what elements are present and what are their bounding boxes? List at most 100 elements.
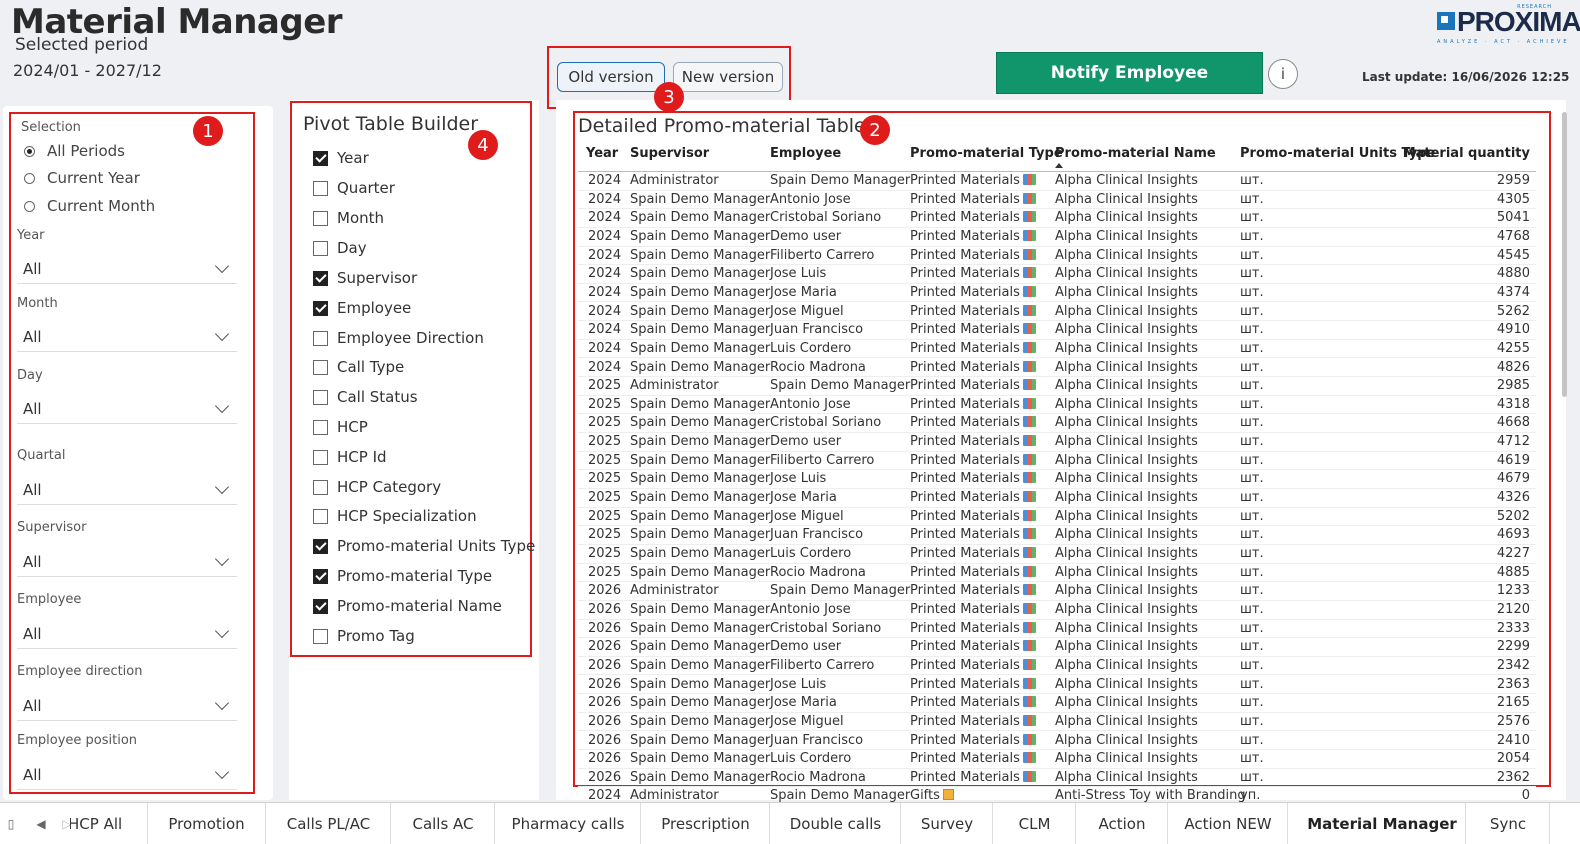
table-row[interactable]: 2024 Spain Demo Manager Juan Francisco Prin… [578,321,1536,340]
table-row[interactable]: 2024 Spain Demo Manager Cristobal Soriano P… [578,209,1536,228]
pivot-field-promo-tag[interactable]: Promo Tag [313,627,415,645]
table-row[interactable]: 2025 Spain Demo Manager Jose Maria Printed … [578,489,1536,508]
pivot-field-hcp-category[interactable]: HCP Category [313,478,441,496]
employee-position-dropdown[interactable]: All [17,760,237,790]
new-version-button[interactable]: New version [673,62,783,92]
tab-hcp-all[interactable]: HCP All [70,803,148,844]
pivot-field-promo-material-units-type[interactable]: Promo-material Units Type [313,537,535,555]
pivot-field-promo-material-type[interactable]: Promo-material Type [313,567,492,585]
pivot-field-call-type[interactable]: Call Type [313,358,404,376]
column-header-supervisor[interactable]: Supervisor [630,146,709,161]
tab-pharmacy-calls[interactable]: Pharmacy calls [496,803,641,844]
column-header-year[interactable]: Year [586,146,618,161]
tab-material-manager[interactable]: Material Manager [1299,803,1466,844]
pivot-field-quarter[interactable]: Quarter [313,179,395,197]
pivot-field-month[interactable]: Month [313,209,384,227]
pivot-field-promo-material-name[interactable]: Promo-material Name [313,597,502,615]
month-dropdown[interactable]: All [17,322,237,352]
checkbox-empty-icon[interactable] [313,180,328,196]
column-header-quantity[interactable]: Material quantity [1403,146,1530,161]
checkbox-empty-icon[interactable] [313,210,328,226]
year-dropdown[interactable]: All [17,254,237,284]
table-row[interactable]: 2024 Spain Demo Manager Luis Cordero Printe… [578,340,1536,359]
table-row[interactable]: 2024 Spain Demo Manager Jose Miguel Printed… [578,303,1536,322]
table-row[interactable]: 2024 Spain Demo Manager Filiberto Carrero P… [578,247,1536,266]
table-row[interactable]: 2024 Spain Demo Manager Jose Luis Printed M… [578,265,1536,284]
checkbox-checked-icon[interactable] [313,300,328,316]
pivot-field-day[interactable]: Day [313,239,367,257]
day-dropdown[interactable]: All [17,394,237,424]
table-row[interactable]: 2026 Spain Demo Manager Cristobal Soriano P… [578,620,1536,639]
checkbox-empty-icon[interactable] [313,330,328,346]
table-row[interactable]: 2024 Spain Demo Manager Antonio Jose Printe… [578,191,1536,210]
checkbox-empty-icon[interactable] [313,240,328,256]
tab-survey[interactable]: Survey [902,803,993,844]
pivot-field-hcp-specialization[interactable]: HCP Specialization [313,507,477,525]
tab-action[interactable]: Action [1077,803,1168,844]
table-row[interactable]: 2025 Spain Demo Manager Filiberto Carrero P… [578,452,1536,471]
checkbox-empty-icon[interactable] [313,359,328,375]
tab-promotion[interactable]: Promotion [148,803,266,844]
pivot-field-call-status[interactable]: Call Status [313,388,418,406]
table-row[interactable]: 2025 Spain Demo Manager Luis Cordero Printe… [578,545,1536,564]
checkbox-empty-icon[interactable] [313,479,328,495]
pivot-field-year[interactable]: Year [313,149,369,167]
column-header-promo-type[interactable]: Promo-material Type [910,146,1063,161]
table-row[interactable]: 2026 Spain Demo Manager Antonio Jose Printe… [578,601,1536,620]
employee-direction-dropdown[interactable]: All [17,691,237,721]
table-row[interactable]: 2026 Spain Demo Manager Luis Cordero Printe… [578,750,1536,769]
table-row[interactable]: 2026 Spain Demo Manager Demo user Printed M… [578,638,1536,657]
pivot-field-supervisor[interactable]: Supervisor [313,269,417,287]
pivot-field-employee[interactable]: Employee [313,299,411,317]
table-row[interactable]: 2024 Administrator Spain Demo Manager Print… [578,172,1536,191]
supervisor-dropdown[interactable]: All [17,547,237,577]
checkbox-empty-icon[interactable] [313,389,328,405]
tab-prescription[interactable]: Prescription [642,803,770,844]
radio-current-year[interactable]: Current Year [24,169,140,187]
table-row[interactable]: 2025 Spain Demo Manager Jose Miguel Printed… [578,508,1536,527]
table-row[interactable]: 2025 Spain Demo Manager Juan Francisco Prin… [578,526,1536,545]
table-row[interactable]: 2025 Administrator Spain Demo Manager Print… [578,377,1536,396]
checkbox-checked-icon[interactable] [313,150,328,166]
table-row[interactable]: 2026 Spain Demo Manager Jose Maria Printed … [578,694,1536,713]
checkbox-checked-icon[interactable] [313,598,328,614]
radio-all-periods[interactable]: All Periods [24,142,125,160]
table-row[interactable]: 2025 Spain Demo Manager Rocio Madrona Print… [578,564,1536,583]
table-row[interactable]: 2026 Spain Demo Manager Jose Miguel Printed… [578,713,1536,732]
table-row[interactable]: 2026 Spain Demo Manager Juan Francisco Prin… [578,732,1536,751]
pivot-field-hcp-id[interactable]: HCP Id [313,448,387,466]
pivot-field-hcp[interactable]: HCP [313,418,368,436]
checkbox-empty-icon[interactable] [313,419,328,435]
table-row[interactable]: 2025 Spain Demo Manager Demo user Printed M… [578,433,1536,452]
table-row[interactable]: 2024 Spain Demo Manager Rocio Madrona Print… [578,359,1536,378]
tab-calls-pl-ac[interactable]: Calls PL/AC [267,803,391,844]
tab-clm[interactable]: CLM [994,803,1076,844]
table-row[interactable]: 2024 Spain Demo Manager Demo user Printed M… [578,228,1536,247]
checkbox-checked-icon[interactable] [313,270,328,286]
column-header-promo-name[interactable]: Promo-material Name [1055,146,1216,161]
tab-calls-ac[interactable]: Calls AC [392,803,495,844]
tab-menu-icon[interactable]: ▯ [0,803,22,844]
tab-sync[interactable]: Sync [1467,803,1550,844]
pivot-field-employee-direction[interactable]: Employee Direction [313,329,484,347]
checkbox-empty-icon[interactable] [313,449,328,465]
table-row[interactable]: 2025 Spain Demo Manager Antonio Jose Printe… [578,396,1536,415]
checkbox-empty-icon[interactable] [313,628,328,644]
tab-double-calls[interactable]: Double calls [771,803,901,844]
old-version-button[interactable]: Old version [557,62,665,92]
quartal-dropdown[interactable]: All [17,475,237,505]
table-row[interactable]: 2026 Spain Demo Manager Filiberto Carrero P… [578,657,1536,676]
table-row[interactable]: 2025 Spain Demo Manager Jose Luis Printed M… [578,470,1536,489]
column-header-employee[interactable]: Employee [770,146,841,161]
checkbox-empty-icon[interactable] [313,508,328,524]
tab-action-new[interactable]: Action NEW [1169,803,1288,844]
tab-prev-icon[interactable]: ◀ [30,803,52,844]
table-row[interactable]: 2026 Administrator Spain Demo Manager Print… [578,582,1536,601]
checkbox-checked-icon[interactable] [313,568,328,584]
table-row[interactable]: 2026 Spain Demo Manager Rocio Madrona Print… [578,769,1536,788]
notify-employee-button[interactable]: Notify Employee [996,52,1263,94]
table-row[interactable]: 2025 Spain Demo Manager Cristobal Soriano P… [578,414,1536,434]
info-icon[interactable]: i [1268,59,1298,89]
table-row[interactable]: 2024 Spain Demo Manager Jose Maria Printed … [578,284,1536,303]
table-scrollbar[interactable] [1562,112,1567,397]
